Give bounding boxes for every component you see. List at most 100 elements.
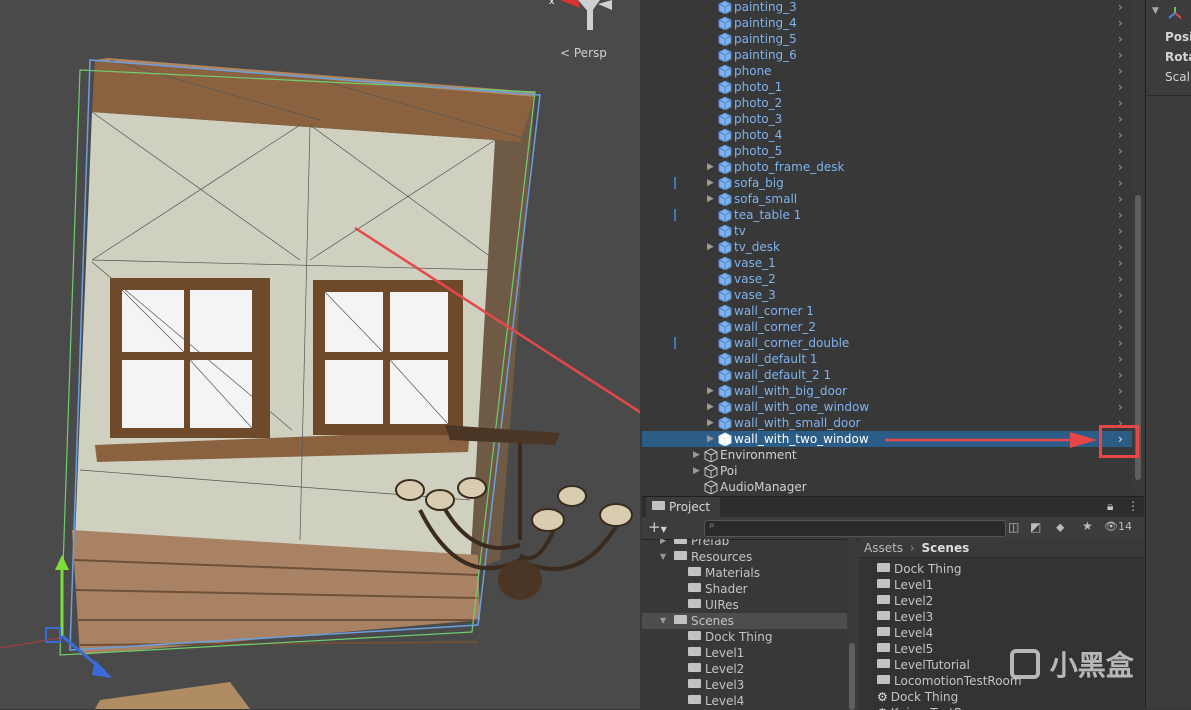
open-prefab-chevron-icon[interactable]: ›: [1118, 271, 1123, 287]
folder-tree-item[interactable]: ▼ Resources: [642, 549, 847, 565]
hierarchy-item[interactable]: wall_default 1 ›: [642, 351, 1132, 367]
hierarchy-item[interactable]: phone ›: [642, 63, 1132, 79]
open-prefab-chevron-icon[interactable]: ›: [1118, 111, 1123, 127]
hierarchy-item[interactable]: vase_3 ›: [642, 287, 1132, 303]
asset-item[interactable]: Level4: [877, 625, 933, 641]
tree-scrollbar-thumb[interactable]: [849, 643, 855, 710]
asset-item[interactable]: Level3: [877, 609, 933, 625]
create-button[interactable]: +▼: [648, 518, 667, 536]
breadcrumb-root[interactable]: Assets: [864, 541, 903, 555]
open-prefab-chevron-icon[interactable]: ›: [1118, 319, 1123, 335]
search-by-type-icon[interactable]: ◫: [1008, 520, 1019, 534]
hierarchy-item[interactable]: wall_default_2 1 ›: [642, 367, 1132, 383]
expand-arrow-icon[interactable]: ▶: [707, 239, 717, 255]
open-prefab-chevron-icon[interactable]: ›: [1118, 383, 1123, 399]
hierarchy-scrollbar[interactable]: [1132, 0, 1144, 494]
hierarchy-item[interactable]: photo_5 ›: [642, 143, 1132, 159]
hierarchy-item[interactable]: ▶ photo_frame_desk ›: [642, 159, 1132, 175]
expand-arrow-icon[interactable]: ▶: [707, 159, 717, 175]
hierarchy-item[interactable]: wall_corner 1 ›: [642, 303, 1132, 319]
asset-item[interactable]: ⚙ Dock Thing: [877, 689, 958, 705]
folder-tree-item[interactable]: Level3: [642, 677, 847, 693]
asset-item[interactable]: Dock Thing: [877, 561, 961, 577]
open-prefab-chevron-icon[interactable]: ›: [1118, 287, 1123, 303]
folder-tree-item[interactable]: UIRes: [642, 597, 847, 613]
lock-icon[interactable]: 🔒︎: [1107, 499, 1113, 514]
open-prefab-chevron-icon[interactable]: ›: [1118, 143, 1123, 159]
asset-item[interactable]: Level5: [877, 641, 933, 657]
asset-item[interactable]: Level1: [877, 577, 933, 593]
expand-arrow-icon[interactable]: ▶: [707, 191, 717, 207]
hierarchy-item[interactable]: ▶ tv_desk ›: [642, 239, 1132, 255]
open-prefab-chevron-icon[interactable]: ›: [1118, 207, 1123, 223]
hierarchy-item[interactable]: painting_5 ›: [642, 31, 1132, 47]
open-prefab-chevron-icon[interactable]: ›: [1118, 367, 1123, 383]
hierarchy-item[interactable]: painting_4 ›: [642, 15, 1132, 31]
expand-arrow-icon[interactable]: ▶: [693, 463, 703, 479]
breadcrumb-current[interactable]: Scenes: [922, 541, 970, 555]
open-prefab-chevron-icon[interactable]: ›: [1118, 351, 1123, 367]
hierarchy-item[interactable]: tv ›: [642, 223, 1132, 239]
asset-item[interactable]: LocomotionTestRoom: [877, 673, 1022, 689]
folder-tree-item[interactable]: Shader: [642, 581, 847, 597]
hierarchy-item[interactable]: ▶ sofa_small ›: [642, 191, 1132, 207]
asset-item[interactable]: Level2: [877, 593, 933, 609]
hierarchy-item[interactable]: ▶ wall_with_small_door ›: [642, 415, 1132, 431]
expand-arrow-icon[interactable]: ▶: [660, 539, 666, 549]
open-prefab-chevron-icon[interactable]: ›: [1118, 303, 1123, 319]
collapse-icon[interactable]: ▼: [1152, 6, 1159, 16]
expand-arrow-icon[interactable]: ▼: [660, 613, 666, 629]
hierarchy-item[interactable]: vase_2 ›: [642, 271, 1132, 287]
open-prefab-chevron-icon[interactable]: ›: [1118, 223, 1123, 239]
perspective-toggle[interactable]: < Persp: [560, 46, 607, 60]
hierarchy-item[interactable]: AudioManager: [642, 479, 1132, 494]
folder-tree-item[interactable]: Materials: [642, 565, 847, 581]
open-prefab-chevron-icon[interactable]: ›: [1118, 79, 1123, 95]
folder-tree-item[interactable]: Level1: [642, 645, 847, 661]
folder-tree-item[interactable]: Level2: [642, 661, 847, 677]
open-prefab-chevron-icon[interactable]: ›: [1118, 255, 1123, 271]
hierarchy-item[interactable]: ▶ Poi: [642, 463, 1132, 479]
asset-item[interactable]: LevelTutorial: [877, 657, 970, 673]
hierarchy-item[interactable]: vase_1 ›: [642, 255, 1132, 271]
open-prefab-chevron-icon[interactable]: ›: [1118, 47, 1123, 63]
open-prefab-chevron-icon[interactable]: ›: [1118, 15, 1123, 31]
asset-item[interactable]: ⚙KnivesTestRoom: [877, 705, 988, 710]
hierarchy-item[interactable]: ▶ wall_with_one_window ›: [642, 399, 1132, 415]
scene-view[interactable]: < Persp x: [0, 0, 640, 709]
visibility-toggle[interactable]: 👁︎14: [1104, 520, 1132, 533]
expand-arrow-icon[interactable]: ▶: [707, 175, 717, 191]
expand-arrow-icon[interactable]: ▶: [707, 399, 717, 415]
folder-tree-item[interactable]: ▶ Prefab: [642, 539, 847, 549]
hierarchy-item[interactable]: wall_corner_double ›: [642, 335, 1132, 351]
hierarchy-item[interactable]: photo_3 ›: [642, 111, 1132, 127]
filter-by-label-icon[interactable]: ⬥: [1056, 520, 1064, 535]
folder-tree-item[interactable]: ▼ Scenes: [642, 613, 847, 629]
open-prefab-chevron-icon[interactable]: ›: [1118, 175, 1123, 191]
hierarchy-item[interactable]: photo_1 ›: [642, 79, 1132, 95]
hierarchy-item[interactable]: painting_6 ›: [642, 47, 1132, 63]
open-prefab-chevron-icon[interactable]: ›: [1118, 0, 1123, 15]
hierarchy-item[interactable]: photo_4 ›: [642, 127, 1132, 143]
hierarchy-item[interactable]: ▶ sofa_big ›: [642, 175, 1132, 191]
hierarchy-item[interactable]: photo_2 ›: [642, 95, 1132, 111]
open-prefab-chevron-icon[interactable]: ›: [1118, 127, 1123, 143]
open-prefab-chevron-icon[interactable]: ›: [1118, 159, 1123, 175]
open-prefab-chevron-icon[interactable]: ›: [1118, 31, 1123, 47]
hierarchy-item[interactable]: tea_table 1 ›: [642, 207, 1132, 223]
search-input[interactable]: ⌕: [704, 520, 1006, 537]
tab-project[interactable]: Project: [646, 497, 720, 517]
open-prefab-chevron-icon[interactable]: ›: [1118, 335, 1123, 351]
transform-header[interactable]: ▼: [1146, 4, 1191, 22]
open-prefab-chevron-icon[interactable]: ›: [1118, 239, 1123, 255]
open-prefab-chevron-icon[interactable]: ›: [1118, 63, 1123, 79]
hierarchy-item[interactable]: painting_3 ›: [642, 0, 1132, 15]
hierarchy-item[interactable]: wall_corner_2 ›: [642, 319, 1132, 335]
favorites-icon[interactable]: ★: [1082, 519, 1093, 533]
folder-tree-item[interactable]: Dock Thing: [642, 629, 847, 645]
open-prefab-chevron-icon[interactable]: ›: [1118, 399, 1123, 415]
expand-arrow-icon[interactable]: ▶: [707, 415, 717, 431]
open-prefab-chevron-icon[interactable]: ›: [1118, 191, 1123, 207]
expand-arrow-icon[interactable]: ▶: [707, 383, 717, 399]
expand-arrow-icon[interactable]: ▼: [660, 549, 666, 565]
